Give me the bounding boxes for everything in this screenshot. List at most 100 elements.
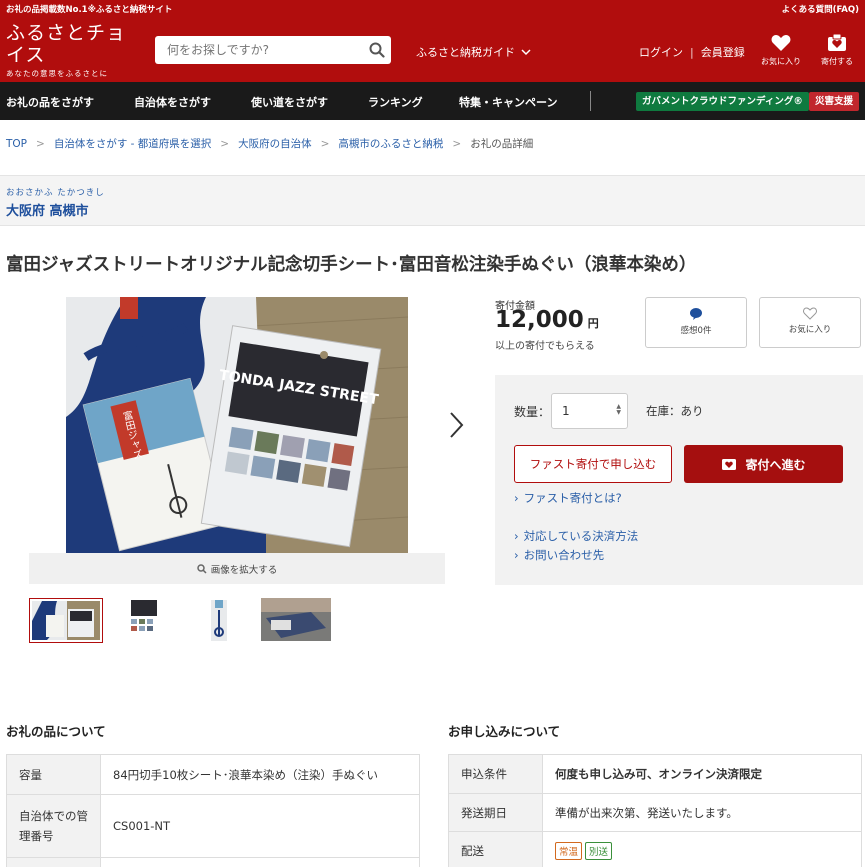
donation-box-icon [828, 34, 846, 51]
apply-table: 申込条件 何度も申し込み可、オンライン決済限定 発送期日 準備が出来次第、発送い… [448, 754, 862, 867]
logo-sub: あなたの意思をふるさとに [6, 68, 108, 78]
favorite-button[interactable]: お気に入り [759, 297, 861, 348]
breadcrumb-osaka[interactable]: 大阪府の自治体 [238, 136, 312, 151]
stock-status: 在庫：あり [646, 404, 704, 418]
main-nav: お礼の品をさがす 自治体をさがす 使い道をさがす ランキング 特集・キャンペーン… [0, 82, 865, 120]
municipality-band: おおさかふ たかつきし 大阪府 高槻市 [0, 175, 865, 226]
about-label-id: 自治体での管理番号 [6, 794, 101, 858]
yen-unit: 円 [587, 317, 599, 330]
nav-item-municipalities[interactable]: 自治体をさがす [134, 94, 211, 110]
about-heading: お礼の品について [6, 724, 106, 739]
favorites-button[interactable]: お気に入り [756, 34, 806, 67]
breadcrumb-separator: > [220, 137, 230, 150]
breadcrumb-separator: > [320, 137, 330, 150]
search-icon[interactable] [363, 36, 391, 64]
fast-donation-button[interactable]: ファスト寄付で申し込む [514, 445, 672, 483]
quantity-stepper[interactable]: 1 ▲ ▼ [551, 393, 628, 429]
apply-heading: お申し込みについて [448, 724, 561, 739]
product-main-image[interactable]: 富田ジャズ TONDA JAZZ STREET [66, 297, 408, 553]
nav-item-usage[interactable]: 使い道をさがす [251, 94, 328, 110]
nav-item-gifts[interactable]: お礼の品をさがす [6, 94, 94, 110]
gcf-button[interactable]: ガバメントクラウドファンディング® [636, 92, 809, 111]
donate-header-button[interactable]: 寄付する [812, 34, 862, 67]
donation-amount: 12,000 円 [495, 307, 599, 333]
magnifier-icon [196, 563, 207, 574]
apply-value-conditions: 何度も申し込み可、オンライン決済限定 [542, 754, 862, 794]
nav-divider [590, 91, 591, 111]
apply-label-shipping-date: 発送期日 [448, 793, 543, 832]
search-input[interactable] [155, 36, 363, 64]
search-box [155, 36, 391, 64]
reviews-label: 感想0件 [680, 326, 712, 336]
breadcrumb-takatsuki[interactable]: 高槻市のふるさと納税 [338, 136, 443, 151]
top-strip-tagline: お礼の品掲載数No.1※ふるさと納税サイト [6, 5, 173, 15]
breadcrumb-prefecture-select[interactable]: 自治体をさがす - 都道府県を選択 [54, 136, 211, 151]
zoom-image-button[interactable]: 画像を拡大する [29, 553, 445, 584]
zoom-label: 画像を拡大する [210, 564, 278, 576]
municipality-kana: おおさかふ たかつきし [6, 188, 105, 198]
reviews-button[interactable]: 感想0件 [645, 297, 747, 348]
apply-label-conditions: 申込条件 [448, 754, 543, 794]
chevron-right-icon: › [514, 529, 519, 543]
contact-link[interactable]: › お問い合わせ先 [514, 547, 604, 563]
about-value-empty [100, 857, 420, 867]
donation-box-icon [722, 459, 737, 470]
account-links: ログイン | 会員登録 [639, 44, 745, 60]
product-title: 富田ジャズストリートオリジナル記念切手シート･富田音松注染手ぬぐい（浪華本染め） [6, 255, 697, 275]
register-link[interactable]: 会員登録 [701, 44, 745, 60]
breadcrumb: TOP > 自治体をさがす - 都道府県を選択 > 大阪府の自治体 > 高槻市の… [6, 136, 533, 151]
favorite-label: お気に入り [788, 325, 832, 335]
divider: | [690, 45, 694, 59]
top-strip: お礼の品掲載数No.1※ふるさと納税サイト よくある質問(FAQ) [0, 0, 865, 18]
donation-panel: 数量： 1 ▲ ▼ 在庫：あり ファスト寄付で申し込む 寄付へ進む › ファスト寄付… [495, 375, 863, 585]
speech-bubble-icon [690, 308, 702, 320]
disaster-support-button[interactable]: 災害支援 [809, 92, 860, 111]
guide-label: ふるさと納税ガイド [416, 46, 515, 59]
heart-icon [771, 35, 791, 51]
logo-main: ふるさとチョイス [6, 21, 127, 66]
table-row [6, 857, 420, 867]
payment-methods-link[interactable]: › 対応している決済方法 [514, 528, 638, 544]
table-row: 容量 84円切手10枚シート･浪華本染め（注染）手ぬぐい [6, 754, 420, 795]
chevron-down-icon [521, 48, 531, 55]
apply-value-shipping-date: 準備が出来次第、発送いたします。 [542, 793, 862, 832]
quantity-value: 1 [562, 404, 570, 418]
table-row: 発送期日 準備が出来次第、発送いたします。 [448, 793, 862, 832]
donations-label: 寄付する [821, 57, 853, 66]
breadcrumb-top[interactable]: TOP [6, 138, 27, 150]
about-label-capacity: 容量 [6, 754, 101, 795]
table-row: 配送 常温 別送 [448, 831, 862, 867]
about-label-empty [6, 857, 101, 867]
chevron-right-icon [450, 412, 464, 438]
quantity-label: 数量： [514, 405, 551, 419]
breadcrumb-current: お礼の品詳細 [470, 138, 534, 150]
spin-arrows-icon: ▲ ▼ [616, 403, 621, 416]
login-link[interactable]: ログイン [639, 44, 683, 60]
thumbnail-4[interactable] [261, 598, 331, 643]
thumbnail-3[interactable] [205, 598, 233, 643]
thumbnail-2[interactable] [127, 598, 161, 643]
amount-note: 以上の寄付でもらえる [495, 341, 595, 352]
nav-item-ranking[interactable]: ランキング [368, 94, 423, 110]
payment-methods-label: 対応している決済方法 [523, 529, 639, 543]
next-image-button[interactable] [446, 410, 466, 444]
site-logo[interactable]: ふるさとチョイス あなたの意思をふるさとに [6, 22, 146, 79]
nav-item-features[interactable]: 特集・キャンペーン [459, 94, 557, 110]
table-row: 申込条件 何度も申し込み可、オンライン決済限定 [448, 754, 862, 794]
chevron-right-icon: › [514, 548, 519, 562]
apply-value-delivery: 常温 別送 [542, 831, 862, 867]
heart-outline-icon [803, 307, 817, 320]
about-value-id: CS001-NT [100, 794, 420, 858]
favorites-label: お気に入り [761, 57, 801, 66]
tag-room-temperature: 常温 [555, 841, 583, 860]
thumbnail-1[interactable] [29, 598, 103, 643]
fast-donation-info-label: ファスト寄付とは? [523, 491, 622, 505]
fast-donation-info-link[interactable]: › ファスト寄付とは? [514, 490, 622, 506]
municipality-name[interactable]: 大阪府 高槻市 [6, 200, 89, 219]
amount-value: 12,000 [495, 307, 584, 333]
guide-menu[interactable]: ふるさと納税ガイド [416, 44, 531, 60]
faq-link[interactable]: よくある質問(FAQ) [782, 3, 859, 15]
chevron-right-icon: › [514, 491, 519, 505]
donate-button[interactable]: 寄付へ進む [684, 445, 843, 483]
about-table: 容量 84円切手10枚シート･浪華本染め（注染）手ぬぐい 自治体での管理番号 C… [6, 754, 420, 867]
